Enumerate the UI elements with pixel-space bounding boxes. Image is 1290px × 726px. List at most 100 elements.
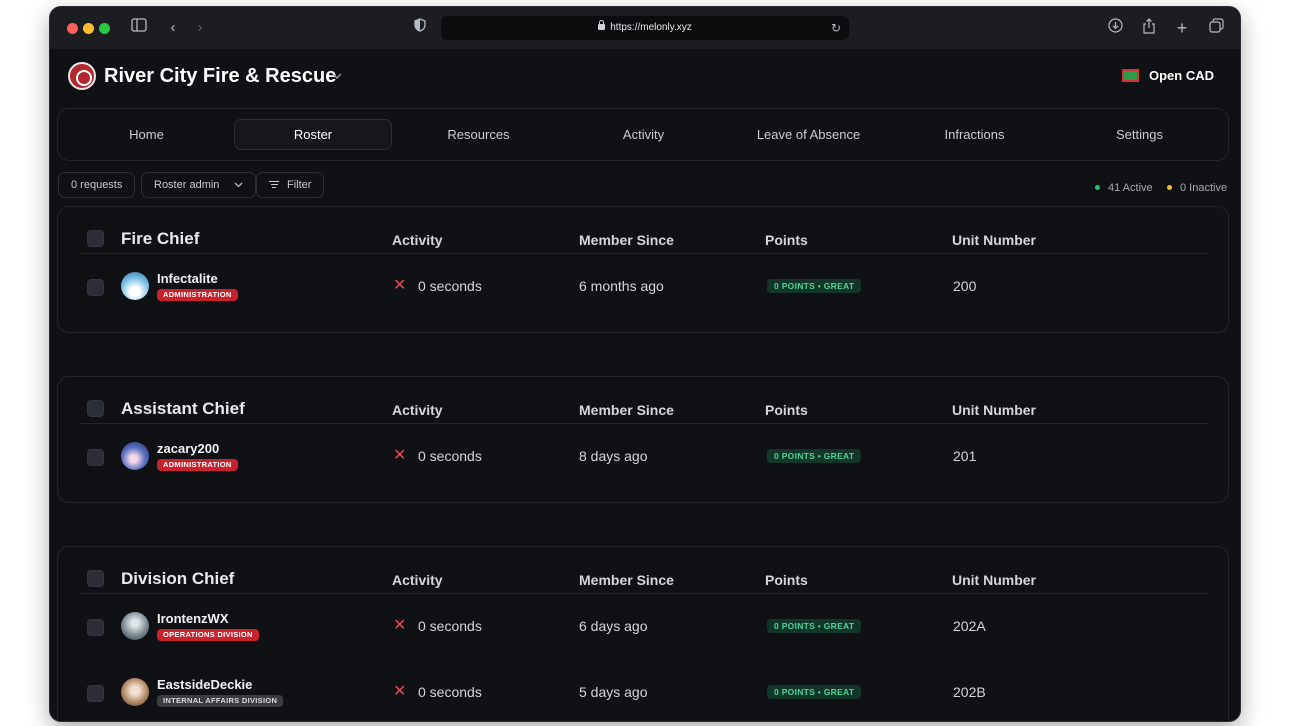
cad-icon — [1122, 68, 1139, 82]
points-badge: 0 POINTS • GREAT — [767, 619, 862, 633]
avatar[interactable] — [121, 678, 149, 706]
inactive-count: 0 Inactive — [1167, 181, 1227, 195]
roster-admin-dropdown[interactable]: Roster admin — [141, 172, 256, 198]
table-row[interactable]: EastsideDeckie INTERNAL AFFAIRS DIVISION… — [58, 668, 1228, 716]
tab-resources[interactable]: Resources — [405, 119, 552, 150]
activity-value: 0 seconds — [418, 448, 482, 464]
forward-icon[interactable]: › — [190, 18, 210, 38]
member-since-value: 8 days ago — [579, 448, 648, 464]
inactive-count-label: 0 Inactive — [1180, 182, 1228, 194]
avatar[interactable] — [121, 612, 149, 640]
back-icon[interactable]: ‹ — [163, 18, 183, 38]
inactive-status-dot — [1167, 185, 1172, 190]
member-since-value: 6 days ago — [579, 618, 648, 634]
section-divider — [80, 253, 1208, 254]
row-checkbox[interactable] — [87, 279, 104, 296]
address-bar[interactable]: https://melonly.xyz ↻ — [441, 16, 849, 40]
roster-section: Assistant Chief Activity Member Since Po… — [57, 376, 1229, 503]
table-row[interactable]: IrontenzWX OPERATIONS DIVISION ✕ 0 secon… — [58, 602, 1228, 650]
chevron-down-icon — [231, 180, 243, 190]
column-header-points[interactable]: Points — [765, 571, 808, 589]
column-header-unit-number[interactable]: Unit Number — [952, 231, 1036, 249]
sidebar-toggle-icon[interactable] — [129, 18, 149, 38]
active-count: 41 Active — [1095, 181, 1153, 195]
open-cad-label: Open CAD — [1149, 67, 1214, 83]
browser-window: ‹ › https://melonly.xyz ↻ + River City F… — [50, 7, 1240, 721]
column-header-member-since[interactable]: Member Since — [579, 231, 674, 249]
tab-leave-of-absence[interactable]: Leave of Absence — [735, 119, 882, 150]
org-title[interactable]: River City Fire & Rescue — [104, 63, 336, 89]
tab-home[interactable]: Home — [73, 119, 220, 150]
active-status-dot — [1095, 185, 1100, 190]
close-icon: ✕ — [393, 447, 407, 464]
section-title: Division Chief — [121, 569, 235, 588]
column-header-points[interactable]: Points — [765, 231, 808, 249]
row-checkbox[interactable] — [87, 619, 104, 636]
column-header-points[interactable]: Points — [765, 401, 808, 419]
filter-button[interactable]: Filter — [256, 172, 325, 198]
avatar[interactable] — [121, 272, 149, 300]
row-checkbox[interactable] — [87, 685, 104, 702]
unit-number-value: 202B — [953, 684, 986, 700]
avatar[interactable] — [121, 442, 149, 470]
select-all-checkbox[interactable] — [87, 570, 104, 587]
column-header-unit-number[interactable]: Unit Number — [952, 401, 1036, 419]
select-all-checkbox[interactable] — [87, 230, 104, 247]
zoom-window-button[interactable] — [99, 23, 110, 34]
column-header-member-since[interactable]: Member Since — [579, 571, 674, 589]
section-header: Division Chief Activity Member Since Poi… — [58, 547, 1228, 595]
reload-icon[interactable]: ↻ — [831, 19, 841, 37]
activity-value: 0 seconds — [418, 684, 482, 700]
chevron-down-icon[interactable] — [332, 67, 342, 85]
division-badge: ADMINISTRATION — [157, 289, 238, 301]
nav-tabs: Home Roster Resources Activity Leave of … — [57, 108, 1229, 161]
member-name[interactable]: Infectalite — [157, 271, 218, 287]
section-header: Fire Chief Activity Member Since Points … — [58, 207, 1228, 255]
tab-settings[interactable]: Settings — [1066, 119, 1213, 150]
member-since-value: 6 months ago — [579, 278, 664, 294]
member-name[interactable]: zacary200 — [157, 441, 219, 457]
table-row[interactable]: zacary200 ADMINISTRATION ✕ 0 seconds 8 d… — [58, 432, 1228, 480]
column-header-activity[interactable]: Activity — [392, 571, 443, 589]
close-window-button[interactable] — [67, 23, 78, 34]
new-tab-icon[interactable]: + — [1172, 18, 1192, 38]
filter-label: Filter — [287, 179, 312, 191]
points-badge: 0 POINTS • GREAT — [767, 449, 862, 463]
column-header-member-since[interactable]: Member Since — [579, 401, 674, 419]
tab-activity[interactable]: Activity — [570, 119, 717, 150]
tab-infractions[interactable]: Infractions — [901, 119, 1048, 150]
table-row[interactable]: Infectalite ADMINISTRATION ✕ 0 seconds 6… — [58, 262, 1228, 310]
member-name[interactable]: IrontenzWX — [157, 611, 229, 627]
section-header: Assistant Chief Activity Member Since Po… — [58, 377, 1228, 425]
share-icon[interactable] — [1139, 18, 1159, 38]
column-header-activity[interactable]: Activity — [392, 231, 443, 249]
column-header-unit-number[interactable]: Unit Number — [952, 571, 1036, 589]
division-badge: ADMINISTRATION — [157, 459, 238, 471]
org-logo — [68, 62, 96, 90]
close-icon: ✕ — [393, 617, 407, 634]
section-title: Fire Chief — [121, 229, 200, 248]
member-since-value: 5 days ago — [579, 684, 648, 700]
select-all-checkbox[interactable] — [87, 400, 104, 417]
member-name[interactable]: EastsideDeckie — [157, 677, 252, 693]
roster-admin-label: Roster admin — [154, 179, 220, 191]
url-text: https://melonly.xyz — [610, 22, 692, 33]
minimize-window-button[interactable] — [83, 23, 94, 34]
activity-value: 0 seconds — [418, 618, 482, 634]
tab-overview-icon[interactable] — [1206, 18, 1226, 38]
privacy-shield-icon[interactable] — [410, 18, 430, 38]
section-title: Assistant Chief — [121, 399, 245, 418]
section-divider — [80, 423, 1208, 424]
row-checkbox[interactable] — [87, 449, 104, 466]
requests-button[interactable]: 0 requests — [58, 172, 136, 198]
unit-number-value: 200 — [953, 278, 977, 294]
lock-icon — [598, 20, 606, 30]
division-badge: INTERNAL AFFAIRS DIVISION — [157, 695, 284, 707]
download-icon[interactable] — [1105, 18, 1125, 38]
close-icon: ✕ — [393, 277, 407, 294]
activity-value: 0 seconds — [418, 278, 482, 294]
open-cad-button[interactable]: Open CAD — [1122, 65, 1214, 85]
section-divider — [80, 593, 1208, 594]
column-header-activity[interactable]: Activity — [392, 401, 443, 419]
tab-roster[interactable]: Roster — [234, 119, 392, 150]
